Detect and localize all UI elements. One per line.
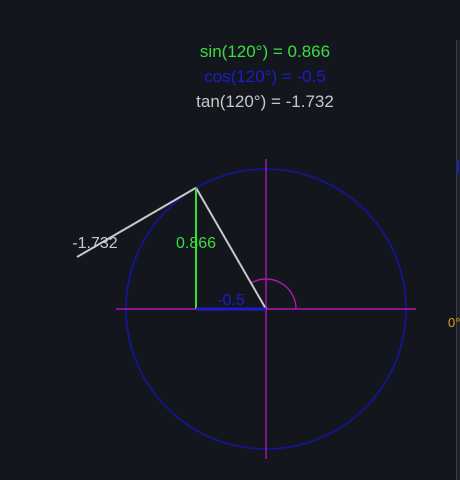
sine-value-label: 0.866 [176,235,216,252]
tangent-readout: tan(120°) = -1.732 [196,92,334,111]
cosine-readout: cos(120°) = -0.5 [204,67,326,86]
tangent-value-label: -1.732 [72,235,117,252]
cosine-value-label: -0.5 [217,292,245,309]
sine-readout: sin(120°) = 0.866 [199,42,331,61]
side-panel-marker [456,160,459,174]
side-panel [456,40,460,480]
zero-angle-label: 0° [448,315,460,330]
